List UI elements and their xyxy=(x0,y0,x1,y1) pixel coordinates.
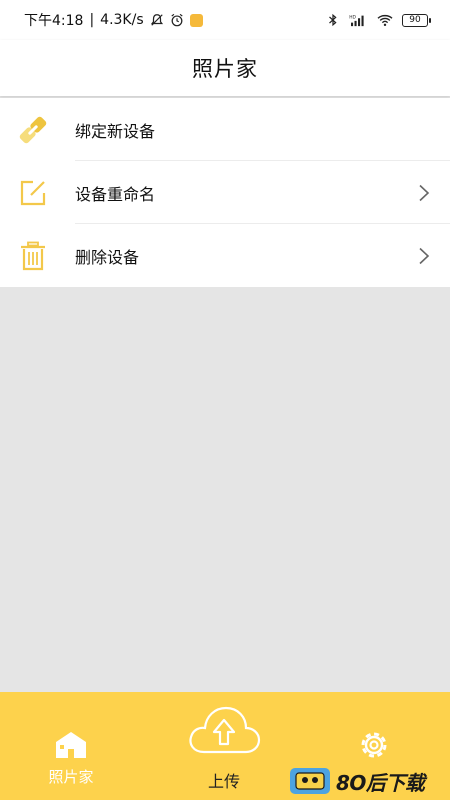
svg-text:HD: HD xyxy=(349,14,356,20)
cassette-logo-icon xyxy=(290,768,330,794)
trash-icon xyxy=(20,241,45,270)
status-time: 下午4:18 xyxy=(24,13,84,29)
gear-icon xyxy=(361,732,387,758)
menu-item-icon-wrap xyxy=(0,241,75,271)
app-notification-icon xyxy=(189,13,203,27)
status-network-speed: 4.3K/s xyxy=(100,12,144,28)
status-bar-right: HD 90 xyxy=(326,13,431,27)
watermark: 8O后下载 xyxy=(290,766,450,796)
page-title: 照片家 xyxy=(192,57,258,81)
mute-icon xyxy=(150,14,163,26)
battery-icon: 90 xyxy=(402,13,431,27)
status-bar-left: 下午4:18 | 4.3K/s xyxy=(24,10,203,30)
battery-level: 90 xyxy=(409,14,421,25)
chevron-right-icon xyxy=(406,247,442,265)
app-header: 照片家 xyxy=(0,40,450,96)
hd-signal-icon: HD xyxy=(349,14,364,27)
tab-upload[interactable]: 上传 xyxy=(186,702,262,792)
menu-item-label: 删除设备 xyxy=(75,247,140,267)
menu-item-delete-device[interactable]: 删除设备 xyxy=(0,224,450,287)
menu-item-icon-wrap xyxy=(0,114,75,146)
cloud-upload-icon xyxy=(189,706,261,754)
menu-item-label: 绑定新设备 xyxy=(75,121,156,141)
menu-item-bind-device[interactable]: 绑定新设备 xyxy=(0,98,450,161)
menu-item-label: 设备重命名 xyxy=(75,184,156,204)
status-separator: | xyxy=(89,12,95,28)
link-icon xyxy=(19,116,46,143)
chevron-right-icon xyxy=(406,184,442,202)
tab-settings[interactable] xyxy=(352,728,396,762)
edit-icon xyxy=(20,180,45,205)
menu-item-icon-wrap xyxy=(0,179,75,207)
bluetooth-icon xyxy=(329,13,337,27)
tab-upload-label: 上传 xyxy=(207,772,240,791)
home-icon xyxy=(56,732,86,758)
alarm-icon xyxy=(171,13,183,27)
menu-item-rename-device[interactable]: 设备重命名 xyxy=(0,161,450,224)
tab-home[interactable]: 照片家 xyxy=(38,730,104,787)
status-bar: 下午4:18 | 4.3K/s HD 90 xyxy=(0,0,450,40)
device-menu: 绑定新设备 设备重命名 删除设备 xyxy=(0,98,450,287)
wifi-icon xyxy=(377,14,393,27)
tab-home-label: 照片家 xyxy=(48,768,94,786)
watermark-text: 8O后下载 xyxy=(336,770,425,795)
